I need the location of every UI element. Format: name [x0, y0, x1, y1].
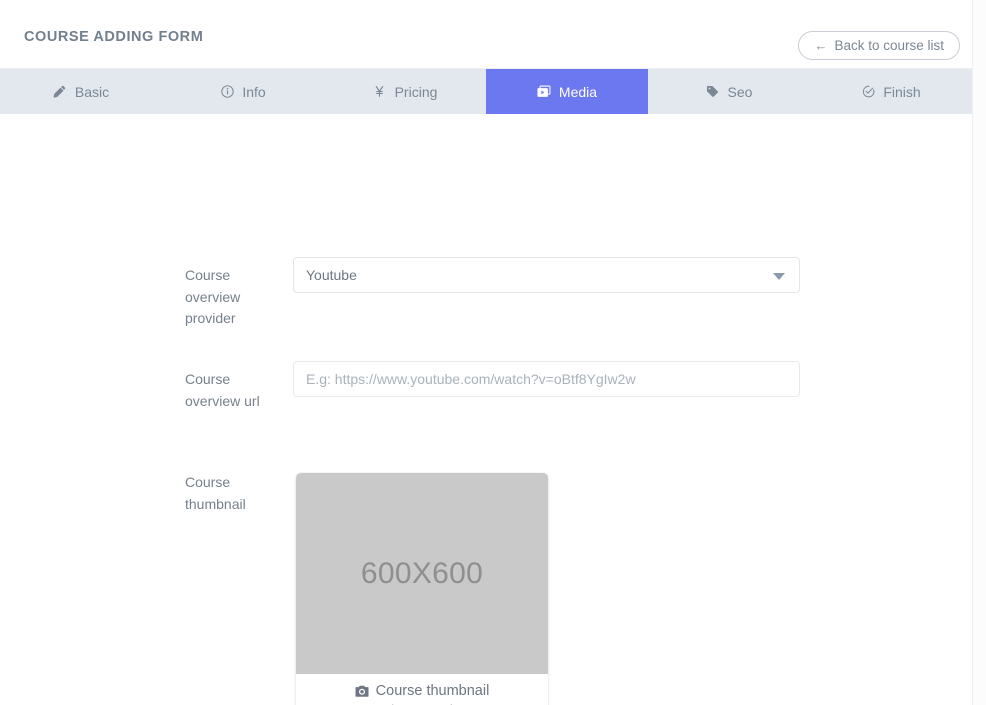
thumbnail-caption-text: Course thumbnail	[376, 683, 490, 699]
tab-media[interactable]: Media	[486, 69, 648, 114]
tab-label: Media	[559, 84, 597, 100]
thumbnail-caption-area: Course thumbnail (600 X 600)	[296, 674, 548, 705]
wizard-tabs: Basic Info Pricing Media	[0, 69, 972, 114]
course-overview-provider-label: Course overview provider	[185, 265, 285, 330]
provider-selected-value: Youtube	[306, 267, 357, 283]
tab-label: Seo	[728, 84, 753, 100]
course-overview-url-input[interactable]	[293, 361, 800, 397]
pencil-icon	[53, 85, 67, 99]
thumbnail-placeholder-text: 600X600	[361, 557, 483, 591]
page-header: COURSE ADDING FORM ← Back to course list	[0, 0, 972, 69]
page-title: COURSE ADDING FORM	[24, 29, 203, 45]
course-overview-url-label: Course overview url	[185, 369, 285, 412]
course-thumbnail-uploader[interactable]: 600X600 Course thumbnail (600 X 600)	[296, 473, 548, 705]
tab-label: Basic	[75, 84, 109, 100]
back-button-label: Back to course list	[834, 38, 944, 53]
tab-basic[interactable]: Basic	[0, 69, 162, 114]
back-to-course-list-button[interactable]: ← Back to course list	[798, 31, 960, 60]
info-circle-icon	[220, 85, 234, 99]
tab-label: Info	[242, 84, 265, 100]
tag-icon	[706, 85, 720, 99]
page-root: COURSE ADDING FORM ← Back to course list…	[0, 0, 986, 705]
tab-info[interactable]: Info	[162, 69, 324, 114]
chevron-down-icon	[773, 273, 785, 280]
tab-seo[interactable]: Seo	[648, 69, 810, 114]
yen-icon	[373, 85, 387, 99]
tab-pricing[interactable]: Pricing	[324, 69, 486, 114]
tab-finish[interactable]: Finish	[810, 69, 972, 114]
course-overview-provider-select[interactable]: Youtube	[293, 257, 800, 293]
thumbnail-preview-image: 600X600	[296, 473, 548, 674]
tab-label: Finish	[883, 84, 920, 100]
arrow-left-icon: ←	[814, 39, 827, 52]
thumbnail-caption-row: Course thumbnail	[296, 683, 548, 699]
course-thumbnail-label: Course thumbnail	[185, 472, 285, 515]
media-form: Course overview provider Youtube Course …	[0, 114, 972, 141]
tab-label: Pricing	[395, 84, 438, 100]
media-video-icon	[537, 85, 551, 99]
form-card: COURSE ADDING FORM ← Back to course list…	[0, 0, 973, 705]
camera-icon	[355, 685, 369, 698]
check-circle-icon	[861, 85, 875, 99]
